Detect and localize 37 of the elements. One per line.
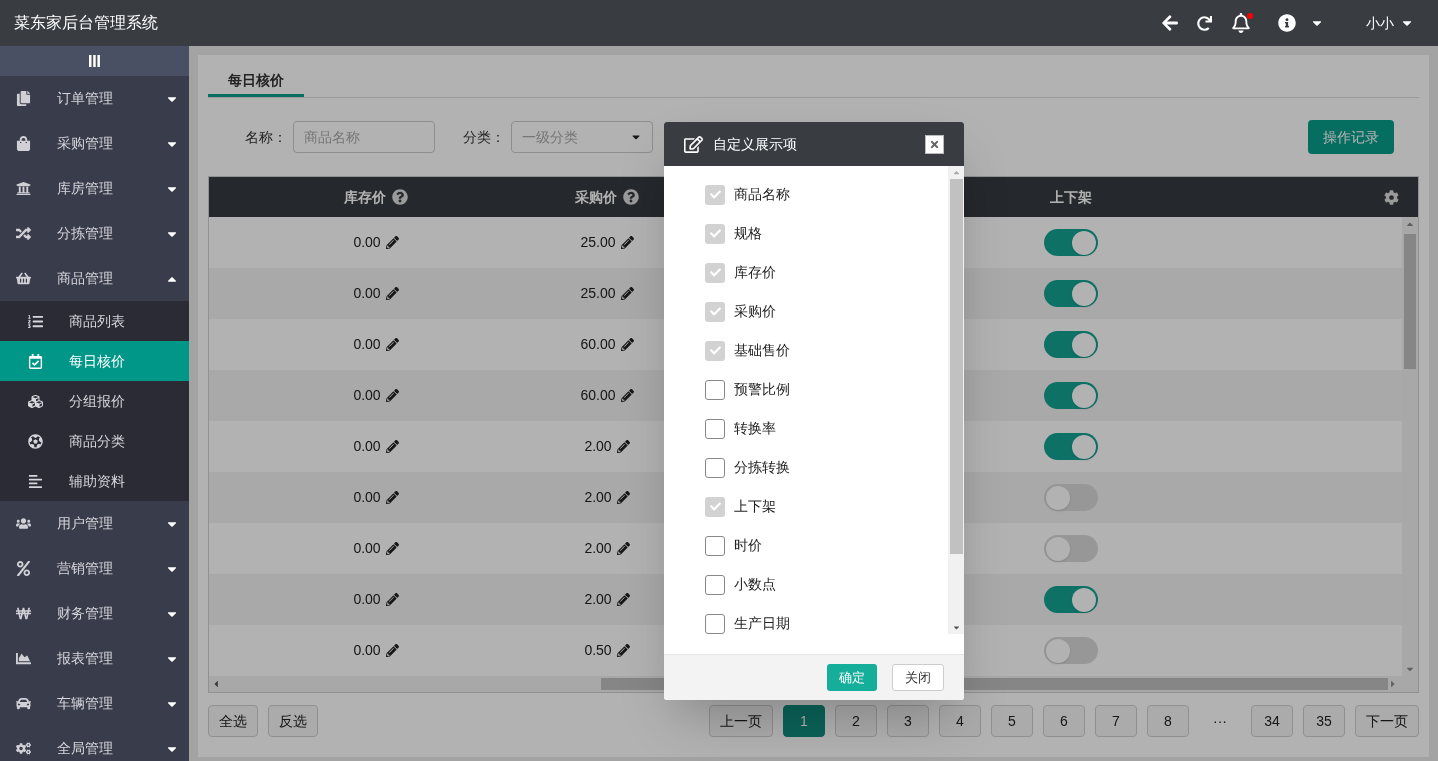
filter-label: 名称：: [245, 127, 287, 147]
table-cell-text: 60.00: [580, 386, 616, 405]
table-cell-text: 2.00: [584, 539, 612, 558]
table-cell-text: 2.00: [584, 488, 612, 507]
option-label: 规格: [734, 224, 762, 243]
table-cell-text: 0.00: [353, 539, 381, 558]
option-label: 采购价: [734, 302, 776, 321]
table-cell-text: 0.00: [353, 284, 381, 303]
table-cell-text: 60.00: [580, 335, 616, 354]
option-label: 转换率: [734, 419, 776, 438]
dialog-title: 自定义展示项: [713, 134, 797, 154]
option-label: 上下架: [734, 497, 776, 516]
column-header: 上下架: [1049, 187, 1093, 207]
option-label: 商品名称: [734, 185, 790, 204]
app-title: 菜东家后台管理系统: [14, 13, 158, 33]
option-label: 库存价: [734, 263, 776, 282]
table-cell-text: 2.00: [584, 437, 612, 456]
table-cell-text: 0.00: [353, 641, 381, 660]
table-cell-text: 2.00: [584, 590, 612, 609]
table-cell-text: 0.50: [584, 641, 612, 660]
table-cell-text: 0.00: [353, 233, 381, 252]
table-cell-text: 0.00: [353, 437, 381, 456]
option-label: 时价: [734, 536, 762, 555]
table-cell-text: 0.00: [353, 335, 381, 354]
column-header: 库存价: [209, 186, 543, 208]
option-label: 生产日期: [734, 614, 790, 633]
ellipsis: ···: [1212, 711, 1228, 731]
table-cell-text: 0.00: [353, 488, 381, 507]
table-cell-text: 0.00: [353, 590, 381, 609]
option-label: 基础售价: [734, 341, 790, 360]
table-cell-text: 25.00: [580, 284, 616, 303]
filter-label: 分类：: [463, 127, 505, 147]
table-cell-text: 25.00: [580, 233, 616, 252]
option-label: 小数点: [734, 575, 776, 594]
option-label: 预警比例: [734, 380, 790, 399]
table-cell-text: 0.00: [353, 386, 381, 405]
option-label: 分拣转换: [734, 458, 790, 477]
